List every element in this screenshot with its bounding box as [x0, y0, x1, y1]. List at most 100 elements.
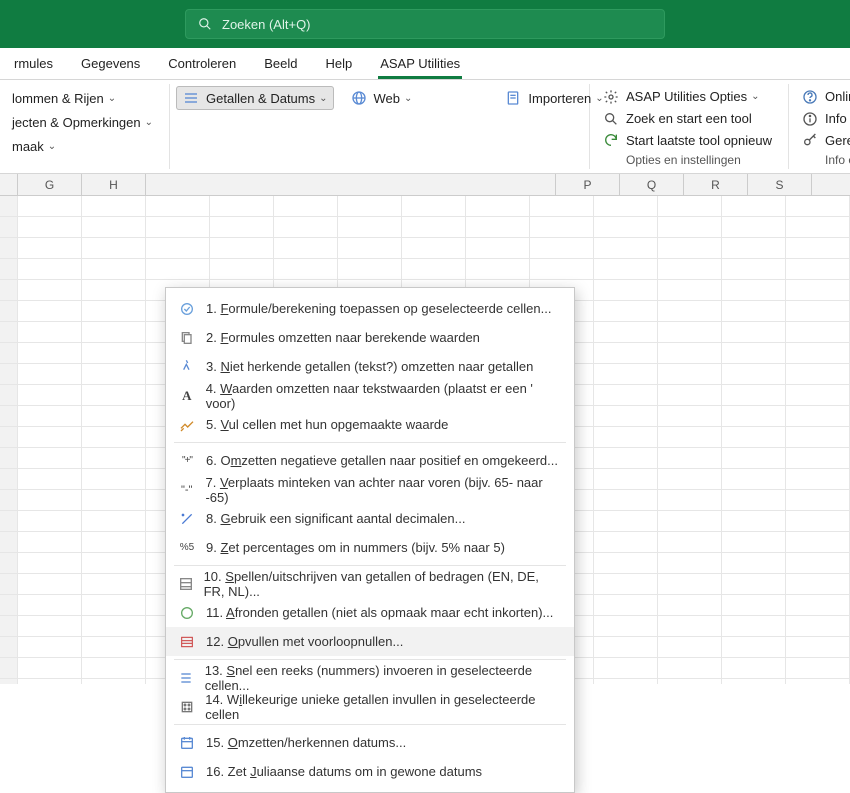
menu-item-label: 6. Omzetten negatieve getallen naar posi…: [206, 453, 558, 468]
menu-item-10[interactable]: 10. Spellen/uitschrijven van getallen of…: [166, 569, 574, 598]
info-icon: [801, 110, 819, 128]
menu-separator: [174, 724, 566, 725]
menu-item-icon: [174, 632, 200, 652]
ribbon-asap-opties[interactable]: ASAP Utilities Opties⌄: [596, 86, 778, 108]
tab-beeld[interactable]: Beeld: [250, 48, 311, 80]
ribbon-web[interactable]: Web⌄: [344, 86, 419, 110]
tab-asap-utilities[interactable]: ASAP Utilities: [366, 48, 474, 80]
select-all-corner[interactable]: [0, 174, 18, 195]
menu-item-label: 12. Opvullen met voorloopnullen...: [206, 634, 403, 649]
col-q[interactable]: Q: [620, 174, 684, 195]
menu-item-6[interactable]: "+" 6. Omzetten negatieve getallen naar p…: [166, 446, 574, 475]
menu-item-5[interactable]: 5. Vul cellen met hun opgemaakte waarde: [166, 410, 574, 439]
menu-item-1[interactable]: 1. Formule/berekening toepassen op gesel…: [166, 294, 574, 323]
tab-formules[interactable]: rmules: [0, 48, 67, 80]
menu-item-icon: [174, 697, 199, 717]
chevron-down-icon: ⌄: [751, 91, 759, 102]
ribbon-zoek-tool[interactable]: Zoek en start een tool: [596, 108, 778, 130]
worksheet: G H P Q R S 1. Formule/berekening toepas…: [0, 174, 850, 684]
menu-item-icon: [174, 574, 198, 594]
menu-item-16[interactable]: 16. Zet Juliaanse datums om in gewone da…: [166, 757, 574, 786]
chevron-down-icon: ⌄: [145, 117, 153, 128]
titlebar: Zoeken (Alt+Q): [0, 0, 850, 48]
getallen-datums-menu: 1. Formule/berekening toepassen op gesel…: [165, 287, 575, 793]
ribbon-start-laatste[interactable]: Start laatste tool opnieuw: [596, 129, 778, 151]
menu-item-label: 8. Gebruik een significant aantal decima…: [206, 511, 465, 526]
ribbon-group3-caption: Opties en instellingen: [602, 151, 778, 167]
ribbon-opmaak[interactable]: maak⌄: [6, 134, 159, 158]
menu-item-label: 15. Omzetten/herkennen datums...: [206, 735, 406, 750]
menu-item-8[interactable]: 8. Gebruik een significant aantal decima…: [166, 504, 574, 533]
menu-item-label: 1. Formule/berekening toepassen op gesel…: [206, 301, 551, 316]
ribbon-tabs: rmules Gegevens Controleren Beeld Help A…: [0, 48, 850, 80]
tab-controleren[interactable]: Controleren: [154, 48, 250, 80]
search-box[interactable]: Zoeken (Alt+Q): [185, 9, 665, 39]
ribbon-geregistreerd[interactable]: Geregistre: [795, 129, 850, 151]
search-icon: [198, 17, 212, 31]
ribbon-group4-caption: Info en: [801, 151, 850, 167]
help-icon: [801, 88, 819, 106]
ribbon-kolommen-rijen[interactable]: lommen & Rijen⌄: [6, 86, 159, 110]
menu-item-icon: [174, 357, 200, 377]
chevron-down-icon: ⌄: [108, 93, 116, 104]
gear-icon: [602, 88, 620, 106]
col-g[interactable]: G: [18, 174, 82, 195]
ribbon-group-3: ASAP Utilities Opties⌄ Zoek en start een…: [590, 84, 789, 169]
import-icon: [504, 89, 522, 107]
chevron-down-icon: ⌄: [48, 141, 56, 152]
tab-help[interactable]: Help: [311, 48, 366, 80]
refresh-icon: [602, 131, 620, 149]
ribbon-objecten-opmerkingen[interactable]: jecten & Opmerkingen⌄: [6, 110, 159, 134]
tab-gegevens[interactable]: Gegevens: [67, 48, 154, 80]
menu-item-label: 2. Formules omzetten naar berekende waar…: [206, 330, 480, 345]
menu-item-9[interactable]: %5 9. Zet percentages om in nummers (bijv…: [166, 533, 574, 562]
menu-item-icon: [174, 509, 200, 529]
web-icon: [350, 89, 368, 107]
menu-item-icon: [174, 762, 200, 782]
numbers-dates-icon: [182, 89, 200, 107]
menu-item-15[interactable]: 15. Omzetten/herkennen datums...: [166, 728, 574, 757]
menu-item-11[interactable]: 11. Afronden getallen (niet als opmaak m…: [166, 598, 574, 627]
menu-item-icon: "+": [174, 451, 200, 471]
ribbon-online-faq[interactable]: Online FA: [795, 86, 850, 108]
column-headers: G H P Q R S: [0, 174, 850, 196]
ribbon-group-2: Getallen & Datums⌄ Web⌄ Importeren⌄: [170, 84, 590, 169]
menu-item-label: 4. Waarden omzetten naar tekstwaarden (p…: [206, 381, 562, 411]
menu-item-label: 7. Verplaats minteken van achter naar vo…: [205, 475, 562, 505]
search-tool-icon: [602, 110, 620, 128]
ribbon-info[interactable]: Info: [795, 108, 850, 130]
menu-item-label: 11. Afronden getallen (niet als opmaak m…: [206, 605, 553, 620]
col-p[interactable]: P: [556, 174, 620, 195]
menu-item-icon: %5: [174, 538, 200, 558]
menu-item-label: 9. Zet percentages om in nummers (bijv. …: [206, 540, 505, 555]
chevron-down-icon: ⌄: [404, 93, 412, 104]
menu-item-icon: [174, 299, 200, 319]
ribbon-group-4: Online FA Info Geregistre Info en: [789, 84, 850, 169]
ribbon-getallen-datums[interactable]: Getallen & Datums⌄: [176, 86, 334, 110]
menu-item-7[interactable]: "-" 7. Verplaats minteken van achter naar…: [166, 475, 574, 504]
menu-item-label: 5. Vul cellen met hun opgemaakte waarde: [206, 417, 448, 432]
menu-item-14[interactable]: 14. Willekeurige unieke getallen invulle…: [166, 692, 574, 721]
menu-item-icon: [174, 328, 200, 348]
menu-item-3[interactable]: 3. Niet herkende getallen (tekst?) omzet…: [166, 352, 574, 381]
menu-item-label: 14. Willekeurige unieke getallen invulle…: [205, 692, 562, 722]
menu-item-icon: [174, 603, 200, 623]
menu-item-label: 3. Niet herkende getallen (tekst?) omzet…: [206, 359, 533, 374]
menu-separator: [174, 442, 566, 443]
menu-item-label: 16. Zet Juliaanse datums om in gewone da…: [206, 764, 482, 779]
search-placeholder: Zoeken (Alt+Q): [222, 17, 311, 32]
menu-item-12[interactable]: 12. Opvullen met voorloopnullen...: [166, 627, 574, 656]
menu-item-label: 10. Spellen/uitschrijven van getallen of…: [204, 569, 562, 599]
col-r[interactable]: R: [684, 174, 748, 195]
menu-item-icon: "-": [174, 480, 199, 500]
chevron-down-icon: ⌄: [319, 93, 327, 104]
menu-separator: [174, 659, 566, 660]
menu-item-icon: [174, 415, 200, 435]
menu-item-icon: [174, 733, 200, 753]
menu-item-2[interactable]: 2. Formules omzetten naar berekende waar…: [166, 323, 574, 352]
col-h[interactable]: H: [82, 174, 146, 195]
col-s[interactable]: S: [748, 174, 812, 195]
menu-item-4[interactable]: A 4. Waarden omzetten naar tekstwaarden (…: [166, 381, 574, 410]
key-icon: [801, 131, 819, 149]
menu-item-icon: A: [174, 386, 200, 406]
